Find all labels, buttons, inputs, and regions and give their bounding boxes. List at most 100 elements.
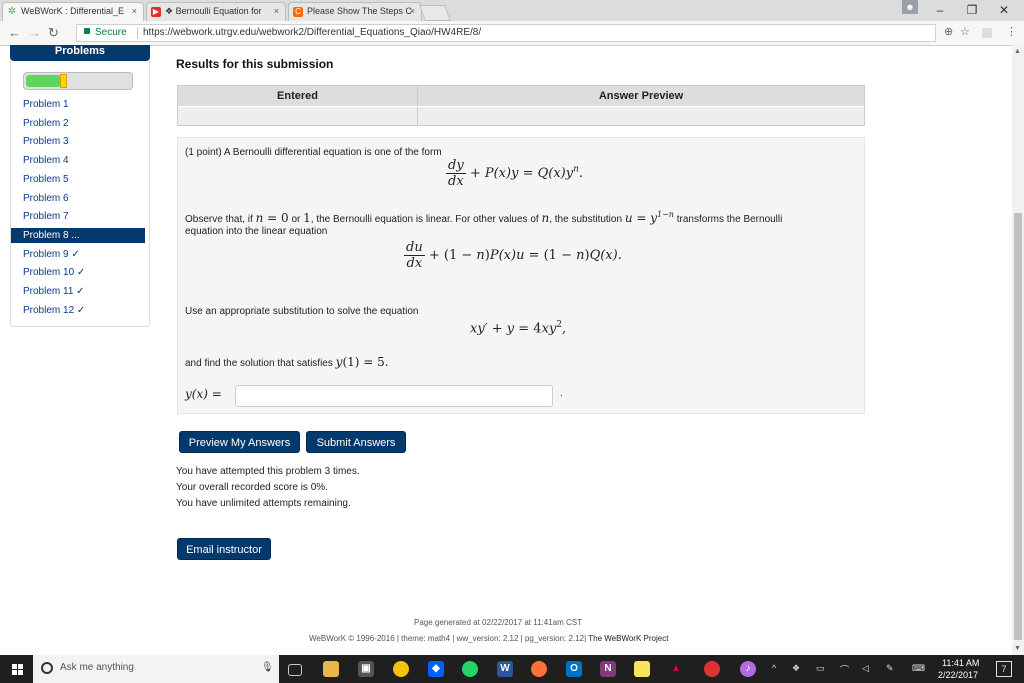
taskbar-search-box[interactable]: Ask me anything 🎙	[33, 655, 279, 683]
whatsapp-icon[interactable]	[462, 661, 478, 677]
new-tab-button[interactable]	[419, 5, 451, 21]
observe-text-line2: equation into the linear equation	[185, 226, 328, 237]
preview-answers-button[interactable]: Preview My Answers	[179, 431, 300, 453]
itunes-icon[interactable]: ♪	[740, 661, 756, 677]
sidebar-item-problem-9[interactable]: Problem 9 ✓	[23, 249, 80, 260]
sidebar-item-problem-10[interactable]: Problem 10 ✓	[23, 267, 85, 278]
address-bar[interactable]: Secure https://webwork.utrgv.edu/webwork…	[76, 24, 936, 42]
attempts-text: You have attempted this problem 3 times.	[176, 466, 360, 477]
clock-date[interactable]: 2/22/2017	[938, 670, 978, 680]
close-window-button[interactable]: ✕	[986, 0, 1022, 21]
close-icon[interactable]: ×	[274, 3, 279, 20]
pen-icon[interactable]: ✎	[886, 663, 894, 674]
tab-title: Please Show The Steps C	[307, 6, 412, 16]
chevron-up-icon[interactable]: ^	[772, 663, 776, 673]
sticky-notes-icon[interactable]	[634, 661, 650, 677]
windows-taskbar: Ask me anything 🎙 ▣ ◆ W O N ▲ ♪ ^ ❖ ▭ ⌒ …	[0, 655, 1024, 683]
sidebar-item-problem-5[interactable]: Problem 5	[23, 174, 69, 185]
webwork-logo-icon: ✲	[7, 6, 17, 17]
close-icon[interactable]: ×	[132, 3, 137, 20]
use-substitution-text: Use an appropriate substitution to solve…	[185, 306, 419, 317]
keyboard-icon[interactable]: ⌨	[912, 663, 925, 674]
taskbar-search-placeholder: Ask me anything	[60, 662, 134, 673]
close-icon[interactable]: ×	[410, 3, 415, 20]
maximize-button[interactable]: ❐	[954, 0, 990, 21]
problem-intro: (1 point) A Bernoulli differential equat…	[185, 147, 442, 158]
divider	[137, 27, 138, 39]
email-instructor-button[interactable]: Email instructor	[177, 538, 271, 560]
progress-marker	[60, 74, 67, 88]
linear-equation: du dx + (1 − n)P(x)u = (1 − n)Q(x).	[404, 240, 622, 271]
remaining-attempts-text: You have unlimited attempts remaining.	[176, 498, 351, 509]
volume-icon[interactable]: ◁	[862, 663, 869, 674]
extension-icon[interactable]	[982, 28, 992, 38]
page-generated-text: Page generated at 02/22/2017 at 11:41am …	[414, 618, 582, 627]
preview-cell	[418, 107, 864, 125]
task-view-icon[interactable]	[288, 664, 302, 676]
store-icon[interactable]: ▣	[358, 661, 374, 677]
sidebar-item-problem-2[interactable]: Problem 2	[23, 118, 69, 129]
file-explorer-icon[interactable]	[323, 661, 339, 677]
answer-input[interactable]	[235, 385, 553, 407]
sidebar-header: Problems	[10, 45, 150, 61]
wifi-icon[interactable]: ⌒	[840, 663, 849, 676]
tab-bernoulli-video[interactable]: ▶ ❖ Bernoulli Equation for ×	[146, 2, 286, 21]
reload-icon[interactable]: ↻	[48, 25, 59, 41]
score-text: Your overall recorded score is 0%.	[176, 482, 328, 493]
dropbox-icon[interactable]: ◆	[428, 661, 444, 677]
scroll-up-icon[interactable]: ▲	[1014, 48, 1021, 55]
clock-time[interactable]: 11:41 AM	[942, 658, 979, 668]
sidebar-item-problem-3[interactable]: Problem 3	[23, 136, 69, 147]
dropbox-tray-icon[interactable]: ❖	[792, 663, 800, 674]
notification-center-icon[interactable]: 7	[996, 661, 1012, 677]
browser-tab-bar: ✲ WeBWorK : Differential_E × ▶ ❖ Bernoul…	[0, 0, 1024, 21]
forward-arrow-icon[interactable]: →	[28, 25, 41, 41]
progress-bar	[23, 72, 133, 90]
windows-start-icon[interactable]	[12, 664, 23, 675]
sidebar-item-problem-12[interactable]: Problem 12 ✓	[23, 305, 85, 316]
menu-dots-icon[interactable]: ⋮	[1006, 25, 1017, 38]
column-header-answer-preview: Answer Preview	[418, 86, 864, 106]
progress-fill	[26, 75, 61, 87]
matlab-icon[interactable]: ▲	[668, 661, 684, 677]
tab-webwork[interactable]: ✲ WeBWorK : Differential_E ×	[2, 2, 144, 21]
battery-icon[interactable]: ▭	[816, 663, 825, 674]
word-icon[interactable]: W	[497, 661, 513, 677]
sidebar-item-problem-6[interactable]: Problem 6	[23, 193, 69, 204]
onenote-icon[interactable]: N	[600, 661, 616, 677]
youtube-icon: ▶	[151, 7, 161, 17]
footer-copyright: WeBWorK © 1996-2016 | theme: math4 | ww_…	[309, 634, 669, 643]
app-icon[interactable]	[704, 661, 720, 677]
initial-condition-text: and find the solution that satisfies y(1…	[185, 355, 389, 369]
lock-icon	[84, 28, 90, 34]
results-table: Entered Answer Preview	[177, 85, 865, 126]
tab-chegg-question[interactable]: C Please Show The Steps C ×	[288, 2, 422, 21]
outlook-icon[interactable]: O	[566, 661, 582, 677]
microphone-icon[interactable]: 🎙	[261, 662, 274, 673]
cortana-icon	[41, 662, 53, 674]
sidebar-item-problem-11[interactable]: Problem 11 ✓	[23, 286, 85, 297]
bookmark-star-icon[interactable]: ☆	[960, 25, 970, 38]
firefox-icon[interactable]	[531, 661, 547, 677]
zoom-icon[interactable]: ⊕	[944, 25, 953, 38]
profile-icon[interactable]: ☻	[902, 0, 918, 14]
webwork-project-link[interactable]: The WeBWorK Project	[588, 634, 668, 643]
back-arrow-icon[interactable]: ←	[8, 25, 21, 41]
sidebar-item-problem-4[interactable]: Problem 4	[23, 155, 69, 166]
scroll-down-icon[interactable]: ▼	[1014, 645, 1021, 652]
given-equation: xy′ + y = 4xy2,	[470, 320, 567, 337]
sidebar-item-problem-7[interactable]: Problem 7	[23, 211, 69, 222]
chrome-icon[interactable]	[393, 661, 409, 677]
submit-answers-button[interactable]: Submit Answers	[306, 431, 406, 453]
results-title: Results for this submission	[176, 57, 334, 71]
url-text: https://webwork.utrgv.edu/webwork2/Diffe…	[143, 27, 482, 38]
sidebar-item-problem-1[interactable]: Problem 1	[23, 99, 69, 110]
minimize-button[interactable]: –	[922, 0, 958, 21]
entered-cell	[178, 107, 418, 125]
problem-statement: (1 point) A Bernoulli differential equat…	[177, 137, 865, 414]
page-scrollbar[interactable]: ▲ ▼	[1012, 45, 1024, 655]
trailing-period: .	[560, 388, 563, 399]
sidebar-item-problem-8[interactable]: Problem 8 ...	[11, 227, 145, 243]
bernoulli-equation: dy dx + P(x)y = Q(x)yn.	[446, 158, 584, 189]
scroll-thumb[interactable]	[1014, 213, 1022, 640]
